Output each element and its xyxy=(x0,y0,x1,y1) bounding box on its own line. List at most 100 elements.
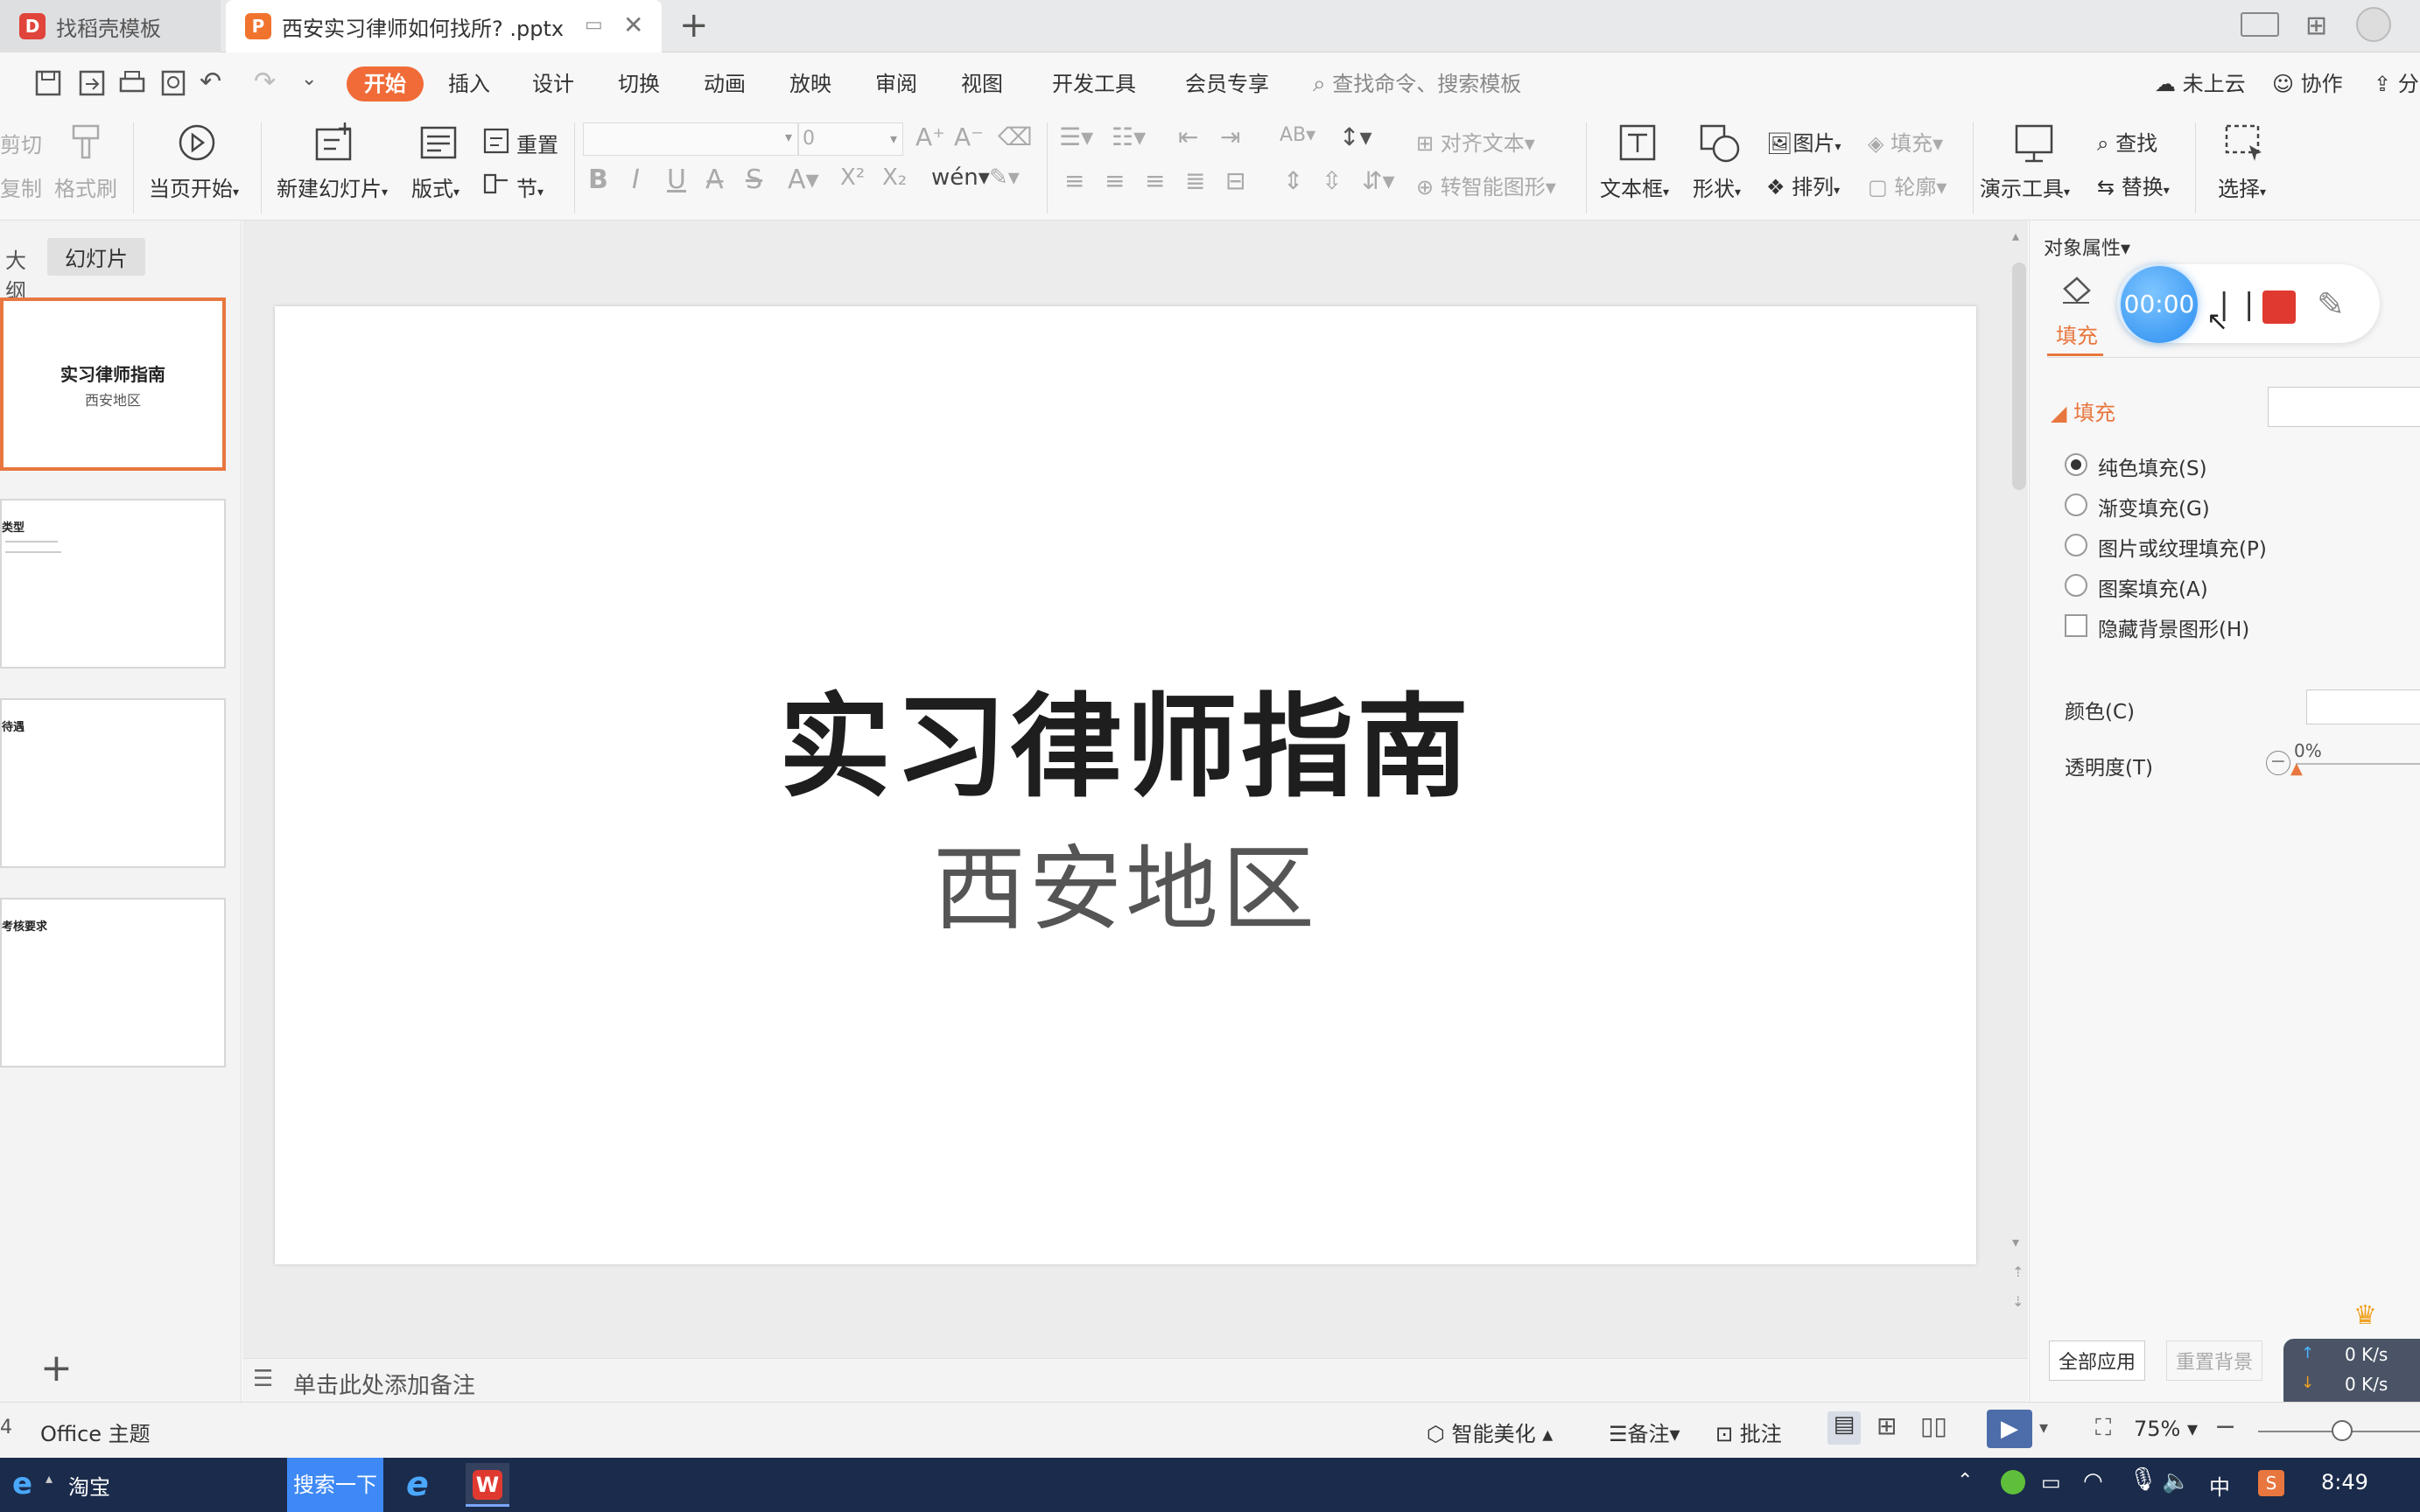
hide-bg-label[interactable]: 隐藏背景图形(H) xyxy=(2098,612,2249,642)
customize-dropdown-icon[interactable]: ⌄ xyxy=(301,68,317,90)
add-slide-icon[interactable]: + xyxy=(40,1346,73,1390)
columns-icon[interactable]: ⇳ xyxy=(1322,166,1342,195)
increase-font-icon[interactable]: A⁺ xyxy=(915,122,945,151)
tab-template[interactable]: D 找稻壳模板 xyxy=(0,0,221,52)
text-direction-icon[interactable]: AB▾ xyxy=(1280,124,1315,146)
battery-icon[interactable]: ▭ xyxy=(2041,1470,2061,1494)
fill-section-header[interactable]: ◢ 填充 xyxy=(2051,396,2115,426)
tab-presentation[interactable]: P 西安实习律师如何找所? .pptx ▭ ✕ xyxy=(226,0,662,52)
export-icon[interactable] xyxy=(77,68,107,98)
slide-sorter-icon[interactable]: ⊞ xyxy=(1876,1411,1897,1440)
menu-view[interactable]: 视图 xyxy=(961,66,1003,102)
gradient-fill-label[interactable]: 渐变填充(G) xyxy=(2098,492,2210,522)
print-icon[interactable] xyxy=(117,68,147,98)
vertical-scrollbar[interactable] xyxy=(2012,262,2026,490)
section-button[interactable]: 节▾ xyxy=(516,172,544,202)
present-tools-button[interactable]: 演示工具▾ xyxy=(1980,172,2070,202)
microphone-icon[interactable]: 🎙 xyxy=(2129,1466,2157,1493)
scroll-down-icon[interactable]: ▾ xyxy=(2012,1234,2019,1250)
collab-button[interactable]: ☺ 协作 xyxy=(2272,66,2343,102)
slider-thumb-icon[interactable]: ▲ xyxy=(2290,760,2303,778)
grid-icon[interactable]: ⊞ xyxy=(2305,10,2327,41)
smart-art-button[interactable]: ⊕ 转智能图形▾ xyxy=(1416,170,1556,200)
cloud-status[interactable]: ☁ 未上云 xyxy=(2155,66,2246,102)
volume-icon[interactable]: 🔈 xyxy=(2162,1468,2190,1494)
font-family-select[interactable]: ▾ xyxy=(583,122,798,156)
slideshow-dropdown-icon[interactable]: ▾ xyxy=(2039,1417,2048,1438)
layout-button[interactable]: 版式▾ xyxy=(411,172,459,202)
prev-slide-icon[interactable]: ⇡ xyxy=(2012,1264,2024,1280)
taskbar-browser-label[interactable]: 淘宝 xyxy=(68,1470,110,1501)
justify-icon[interactable]: ≣ xyxy=(1185,166,1205,195)
security-tray-icon[interactable] xyxy=(2001,1470,2025,1494)
clear-format-icon[interactable]: ⌫ xyxy=(998,122,1033,151)
menu-review[interactable]: 审阅 xyxy=(875,66,917,102)
zoom-out-icon[interactable]: − xyxy=(2214,1411,2236,1442)
reset-bg-button[interactable]: 重置背景 xyxy=(2166,1340,2263,1381)
edge-browser-icon[interactable]: e xyxy=(406,1465,429,1503)
current-slide[interactable]: 实习律师指南 西安地区 xyxy=(275,306,1976,1264)
ime-indicator[interactable]: 中 xyxy=(2209,1470,2230,1501)
reset-button[interactable]: 重置 xyxy=(516,128,558,158)
apply-all-button[interactable]: 全部应用 xyxy=(2049,1340,2146,1381)
highlight-icon[interactable]: ✎▾ xyxy=(989,164,1020,191)
play-slideshow-icon[interactable]: ▶ xyxy=(1987,1410,2032,1448)
notes-toggle[interactable]: ☰备注▾ xyxy=(1609,1417,1680,1447)
select-button[interactable]: 选择▾ xyxy=(2218,172,2266,202)
pen-icon[interactable]: ✎ xyxy=(2317,285,2345,324)
transparency-slider[interactable] xyxy=(2296,763,2420,765)
cut-button[interactable]: 剪切 xyxy=(0,128,42,158)
ie-browser-icon[interactable]: e xyxy=(12,1466,32,1502)
line-spacing-icon[interactable]: ↕▾ xyxy=(1339,122,1372,151)
menu-animation[interactable]: 动画 xyxy=(704,66,746,102)
clock[interactable]: 8:49 xyxy=(2321,1470,2368,1494)
recorder-timer[interactable]: 00:00 xyxy=(2121,266,2198,343)
wifi-icon[interactable]: ◠ xyxy=(2083,1468,2103,1494)
scroll-up-icon[interactable]: ▴ xyxy=(2012,228,2019,244)
increase-indent-icon[interactable]: ⇥ xyxy=(1220,122,1240,151)
start-from-current-button[interactable]: 当页开始▾ xyxy=(149,172,239,202)
new-tab-icon[interactable]: + xyxy=(679,5,709,46)
stop-icon[interactable] xyxy=(2262,290,2296,324)
menu-insert[interactable]: 插入 xyxy=(448,66,490,102)
slide-thumb-1[interactable]: 实习律师指南 西安地区 xyxy=(0,298,226,471)
decrease-indent-icon[interactable]: ⇤ xyxy=(1178,122,1198,151)
pin-icon[interactable]: ▭ xyxy=(585,14,603,36)
command-search[interactable]: ⌕ 查找命令、搜索模板 xyxy=(1313,66,1521,102)
undo-icon[interactable]: ↶ xyxy=(200,66,221,97)
align-text-button[interactable]: ⊞ 对齐文本▾ xyxy=(1416,126,1535,157)
fill-preset-select[interactable] xyxy=(2268,387,2420,427)
fit-window-icon[interactable]: ⛶ xyxy=(2095,1415,2111,1442)
number-list-icon[interactable]: ☷▾ xyxy=(1112,122,1146,151)
subscript-icon[interactable]: X₂ xyxy=(882,164,907,191)
font-color-icon[interactable]: A▾ xyxy=(788,164,819,195)
align-left-icon[interactable]: ≡ xyxy=(1064,166,1084,195)
find-button[interactable]: ⌕ 查找 xyxy=(2097,126,2157,157)
close-tab-icon[interactable]: ✕ xyxy=(623,10,643,39)
radio-pattern-fill[interactable] xyxy=(2065,574,2087,597)
pinyin-icon[interactable]: wén▾ xyxy=(931,164,990,191)
redo-icon[interactable]: ↷ xyxy=(254,66,276,97)
menu-member[interactable]: 会员专享 xyxy=(1185,66,1269,102)
outline-button[interactable]: ▢ 轮廓▾ xyxy=(1868,170,1947,200)
underline-icon[interactable]: U xyxy=(667,164,686,195)
menu-home[interactable]: 开始 xyxy=(347,66,424,102)
save-icon[interactable] xyxy=(33,68,63,98)
picture-fill-label[interactable]: 图片或纹理填充(P) xyxy=(2098,532,2267,562)
decrease-font-icon[interactable]: A⁻ xyxy=(954,122,984,151)
color-picker[interactable] xyxy=(2306,690,2420,724)
menu-developer[interactable]: 开发工具 xyxy=(1052,66,1136,102)
picture-button[interactable]: 🖼图片▾ xyxy=(1766,126,1841,157)
print-preview-icon[interactable] xyxy=(159,68,189,98)
fill-tab[interactable]: 填充 xyxy=(2056,318,2098,349)
sogou-ime-icon[interactable]: S xyxy=(2258,1470,2284,1496)
slide-subtitle[interactable]: 西安地区 xyxy=(275,814,1976,948)
comment-button[interactable]: ⊡ 批注 xyxy=(1715,1417,1782,1447)
radio-picture-fill[interactable] xyxy=(2065,534,2087,556)
bullet-list-icon[interactable]: ☰▾ xyxy=(1059,122,1093,151)
strikethrough-icon[interactable]: A̶ xyxy=(705,164,724,195)
normal-view-icon[interactable]: ▤ xyxy=(1827,1411,1861,1445)
slide-thumb-3[interactable]: 待遇 xyxy=(0,698,226,868)
slide-thumb-2[interactable]: 类型 xyxy=(0,499,226,668)
tray-expand-icon[interactable]: ⌃ xyxy=(1957,1470,1973,1492)
